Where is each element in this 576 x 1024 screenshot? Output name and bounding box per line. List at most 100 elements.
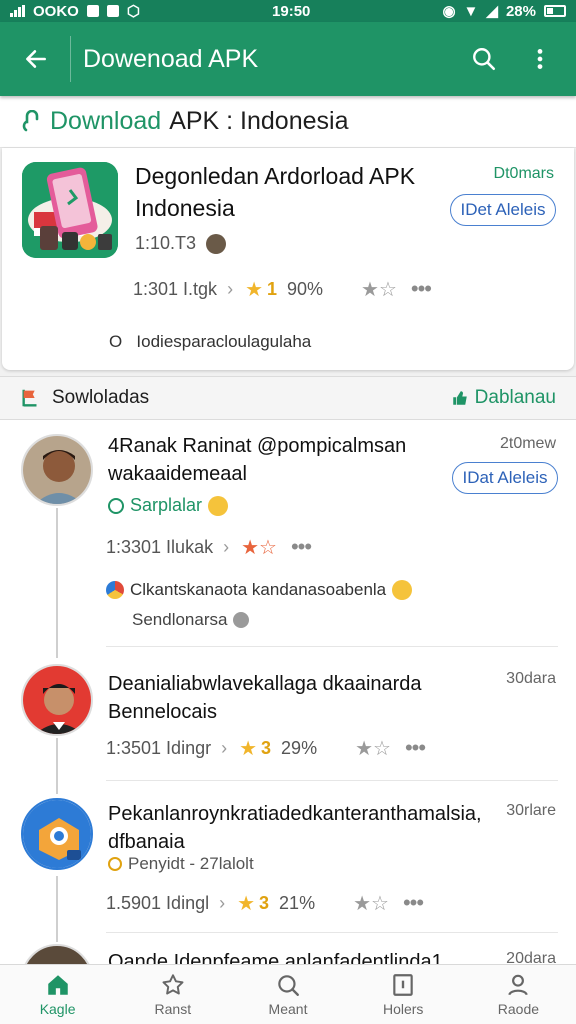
item-percent: 21% xyxy=(279,892,316,913)
more-horizontal-icon[interactable]: ••• xyxy=(405,735,426,761)
app-icon xyxy=(22,162,118,258)
item-percent: 29% xyxy=(281,737,318,758)
avatar[interactable] xyxy=(21,798,93,870)
alarm-icon: ◉ xyxy=(442,3,456,20)
page-header-suffix: APK : Indonesia xyxy=(169,107,349,135)
thumbs-up-icon xyxy=(452,391,467,405)
item-comment-2-text: Sendlonarsa xyxy=(132,610,228,629)
item-subtitle-row: Sarplalar xyxy=(108,495,229,516)
rating-stars-icon: ★☆ xyxy=(361,278,397,301)
thread-line xyxy=(56,738,58,794)
nav-profile[interactable]: Raode xyxy=(461,965,576,1024)
item-title[interactable]: Pekanlanroynkratiadedkanteranthamalsia, … xyxy=(108,800,488,856)
item-meta-row: 1.5901 Idingl › ★ 3 21% ★☆ ••• xyxy=(106,890,424,916)
item-date: 30dara xyxy=(506,670,556,687)
nav-notifications[interactable]: Holers xyxy=(346,965,461,1024)
star-icon: ★ xyxy=(239,737,258,760)
item-meta-row: 1:3301 Ilukak › ★☆ ••• xyxy=(106,534,312,560)
item-subtitle: Penyidt - 27lalolt xyxy=(128,854,254,873)
nav-search-label: Meant xyxy=(268,1001,308,1017)
item-subtitle-row: Penyidt - 27lalolt xyxy=(108,854,254,874)
nav-home[interactable]: Kagle xyxy=(0,965,115,1024)
more-horizontal-icon[interactable]: ••• xyxy=(411,276,432,302)
battery-percent: 28% xyxy=(505,2,536,20)
app-version: 1:10.T3 xyxy=(135,233,197,253)
app-version-row: 1:10.T3 xyxy=(135,233,227,254)
app-details-button[interactable]: IDet Aleleis xyxy=(450,194,556,226)
app-date: Dt0mars xyxy=(493,165,554,182)
app-percent: 90% xyxy=(287,278,324,299)
nav-rank[interactable]: Ranst xyxy=(115,965,230,1024)
section-action[interactable]: Dablanau xyxy=(451,387,556,409)
nav-home-label: Kagle xyxy=(39,1001,76,1017)
app-title: Degonledan Ardorload APK Indonesia xyxy=(135,163,416,221)
item-title[interactable]: 4Ranak Raninat @pompicalmsan wakaaidemea… xyxy=(108,432,488,488)
item-rating: 3 xyxy=(259,892,270,913)
search-icon xyxy=(473,48,496,71)
thread-line xyxy=(56,508,58,658)
app-description-prefix: O xyxy=(109,332,123,351)
person-avatar-icon xyxy=(23,666,91,734)
item-comment-text: Clkantskanaota kandanasoabenla xyxy=(130,580,387,599)
back-button[interactable] xyxy=(16,39,56,79)
thread-line xyxy=(56,876,58,942)
status-bar: OOKO ⬡ 19:50 ◉ ▼ ◢ 28% xyxy=(0,0,576,22)
notification-box-icon xyxy=(393,974,413,996)
app-description-row: O Iodiesparacloulagulaha xyxy=(109,332,311,352)
rating-stars-icon: ★☆ xyxy=(241,536,277,559)
more-vertical-icon xyxy=(537,49,543,69)
search-icon xyxy=(278,975,299,996)
app-card[interactable]: Degonledan Ardorload APK Indonesia Dt0ma… xyxy=(2,148,574,370)
shield-notification-icon: ⬡ xyxy=(126,3,140,20)
item-subtitle: Sarplalar xyxy=(130,495,203,515)
more-options-button[interactable] xyxy=(518,37,562,81)
arrow-left-icon xyxy=(26,50,46,68)
avatar[interactable] xyxy=(21,664,93,736)
notification-icon xyxy=(86,5,99,17)
app-bar-title: Dowenoad APK xyxy=(83,44,259,73)
divider xyxy=(106,932,558,933)
info-icon xyxy=(233,612,250,628)
avatar[interactable] xyxy=(21,944,93,964)
battery-icon xyxy=(543,5,566,17)
check-circle-icon xyxy=(108,497,124,514)
app-rating: 1 xyxy=(267,278,278,299)
search-button[interactable] xyxy=(462,37,506,81)
download-badge-icon xyxy=(22,109,39,131)
status-right: ◉ ▼ ◢ 28% xyxy=(442,2,566,20)
item-meta: 1.5901 Idingl xyxy=(106,892,210,913)
item-title[interactable]: Oande Idenpfeame anlanfadentlinda1 xyxy=(108,948,488,964)
section-title: Sowloladas xyxy=(52,387,150,408)
item-title[interactable]: Deanialiabwlavekallaga dkaainarda Bennel… xyxy=(108,670,488,726)
nav-search[interactable]: Meant xyxy=(230,965,345,1024)
divider xyxy=(106,780,558,781)
item-date: 30rlare xyxy=(506,802,556,819)
person-avatar-icon xyxy=(23,436,91,504)
app-meta-size: 1:301 I.tgk xyxy=(133,278,218,299)
item-date: 20dara xyxy=(506,950,556,964)
chevron-right-icon: › xyxy=(221,737,228,758)
page-header-prefix: Download xyxy=(50,107,162,135)
avatar[interactable] xyxy=(21,434,93,506)
more-horizontal-icon[interactable]: ••• xyxy=(291,534,312,560)
signal-icon xyxy=(10,5,25,17)
download-notification-icon xyxy=(106,5,119,17)
downloads-section-header: Sowloladas Dablanau xyxy=(0,376,576,420)
item-meta: 1:3501 Idingr xyxy=(106,737,212,758)
rating-stars-icon: ★☆ xyxy=(355,737,391,760)
carrier-label: OOKO xyxy=(33,2,79,20)
item-details-button[interactable]: IDat Aleleis xyxy=(452,462,558,494)
map-app-icon xyxy=(23,800,91,868)
nav-rank-label: Ranst xyxy=(154,1001,192,1017)
status-left: OOKO ⬡ xyxy=(10,2,140,20)
app-meta-row: 1:301 I.tgk › ★ 1 90% ★☆ ••• xyxy=(133,276,432,302)
phone-flag-icon xyxy=(22,162,118,258)
bottom-navigation: Kagle Ranst Meant Holers Raode xyxy=(0,964,576,1024)
chevron-right-icon: › xyxy=(227,278,234,299)
star-outline-icon xyxy=(162,974,184,995)
item-date: 2t0mew xyxy=(499,435,556,452)
star-icon: ★ xyxy=(237,892,256,915)
app-bar-divider xyxy=(70,36,71,82)
more-horizontal-icon[interactable]: ••• xyxy=(403,890,424,916)
wifi-icon: ▼ xyxy=(463,2,479,20)
